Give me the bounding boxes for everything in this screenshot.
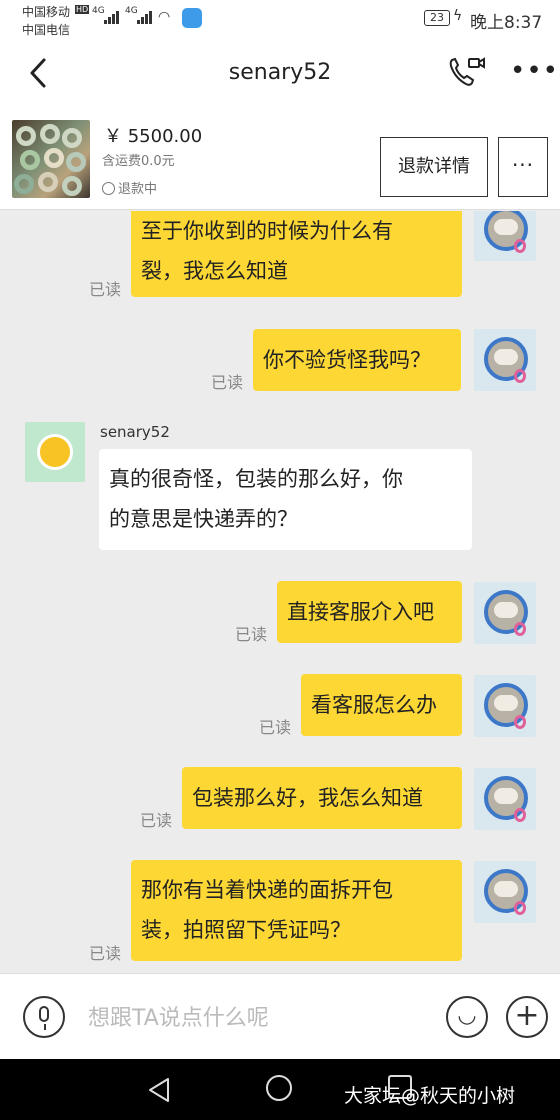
charging-icon: ϟ: [453, 8, 463, 24]
message-line: 的意思是快递弄的？: [109, 507, 298, 531]
battery-level: 23: [430, 11, 444, 24]
status-time: 晚上8:37: [470, 13, 543, 33]
my-avatar[interactable]: [474, 211, 536, 261]
nav-back-icon[interactable]: [146, 1077, 172, 1103]
phone-video-icon[interactable]: [446, 54, 486, 90]
message-line: 装，拍照留下凭证吗？: [141, 918, 351, 942]
carrier-primary: 中国移动: [22, 5, 71, 19]
product-more-button[interactable]: ···: [498, 137, 548, 197]
nav-home-icon[interactable]: [266, 1075, 292, 1101]
message-line: 至于你收到的时候为什么有: [141, 219, 393, 243]
read-receipt: 已读: [211, 373, 244, 392]
clock-icon: [102, 182, 115, 195]
my-avatar[interactable]: [474, 582, 536, 644]
refund-status: 退款中: [102, 178, 157, 197]
message-bubble-mine[interactable]: 包装那么好，我怎么知道: [182, 767, 462, 829]
message-bubble-mine[interactable]: 那你有当着快递的面拆开包 装，拍照留下凭证吗？: [131, 860, 462, 961]
message-bubble-theirs[interactable]: 真的很奇怪，包装的那么好，你 的意思是快递弄的？: [99, 449, 472, 550]
network-label-1: 4G: [92, 6, 105, 16]
product-summary: ￥ 5500.00 含运费0.0元 退款中 退款详情 ···: [0, 108, 560, 210]
my-avatar[interactable]: [474, 768, 536, 830]
message-line: 那你有当着快递的面拆开包: [141, 878, 393, 902]
my-avatar[interactable]: [474, 861, 536, 923]
signal-icon: [104, 10, 120, 24]
refund-status-label: 退款中: [118, 182, 158, 197]
message-bubble-mine[interactable]: 看客服怎么办: [301, 674, 462, 736]
read-receipt: 已读: [259, 718, 292, 737]
microphone-icon[interactable]: [23, 996, 65, 1038]
app-notification-icon: [182, 8, 202, 28]
message-bubble-mine[interactable]: 直接客服介入吧: [277, 581, 462, 643]
wifi-icon: ◠: [158, 9, 171, 25]
product-price: ￥ 5500.00: [104, 126, 203, 147]
plus-icon[interactable]: +: [506, 996, 548, 1038]
my-avatar[interactable]: [474, 675, 536, 737]
chat-header: senary52 •••: [0, 40, 560, 108]
sender-name: senary52: [100, 423, 170, 441]
read-receipt: 已读: [89, 280, 122, 299]
product-thumbnail[interactable]: [12, 120, 90, 198]
read-receipt: 已读: [140, 811, 173, 830]
message-input[interactable]: [88, 1000, 418, 1036]
network-label-2: 4G: [125, 6, 138, 16]
message-line: 真的很奇怪，包装的那么好，你: [109, 467, 403, 491]
chat-messages[interactable]: 至于你收到的时候为什么有 裂，我怎么知道 已读 你不验货怪我吗？ 已读 sena…: [0, 211, 560, 973]
refund-details-button[interactable]: 退款详情: [380, 137, 488, 197]
shipping-fee: 含运费0.0元: [102, 154, 175, 169]
read-receipt: 已读: [235, 625, 268, 644]
carrier-secondary: 中国电信: [22, 23, 71, 37]
smiley-icon[interactable]: ◡: [446, 996, 488, 1038]
my-avatar[interactable]: [474, 329, 536, 391]
read-receipt: 已读: [89, 944, 122, 963]
message-bubble-mine[interactable]: 至于你收到的时候为什么有 裂，我怎么知道: [131, 211, 462, 297]
message-composer: ◡ +: [0, 973, 560, 1059]
signal-icon-2: [137, 10, 153, 24]
contact-avatar[interactable]: [25, 422, 85, 482]
status-bar: 中国移动 中国电信 HD 4G 4G ◠ 23 ϟ 晚上8:37: [0, 0, 560, 40]
watermark: 大家坛@秋天的小树: [344, 1085, 516, 1107]
system-nav-bar: 大家坛@秋天的小树: [0, 1059, 560, 1120]
hd-badge: HD: [75, 5, 90, 14]
message-line: 裂，我怎么知道: [141, 259, 288, 283]
more-horizontal-icon[interactable]: •••: [510, 58, 559, 84]
battery-icon: 23: [424, 10, 450, 26]
message-bubble-mine[interactable]: 你不验货怪我吗？: [253, 329, 461, 391]
